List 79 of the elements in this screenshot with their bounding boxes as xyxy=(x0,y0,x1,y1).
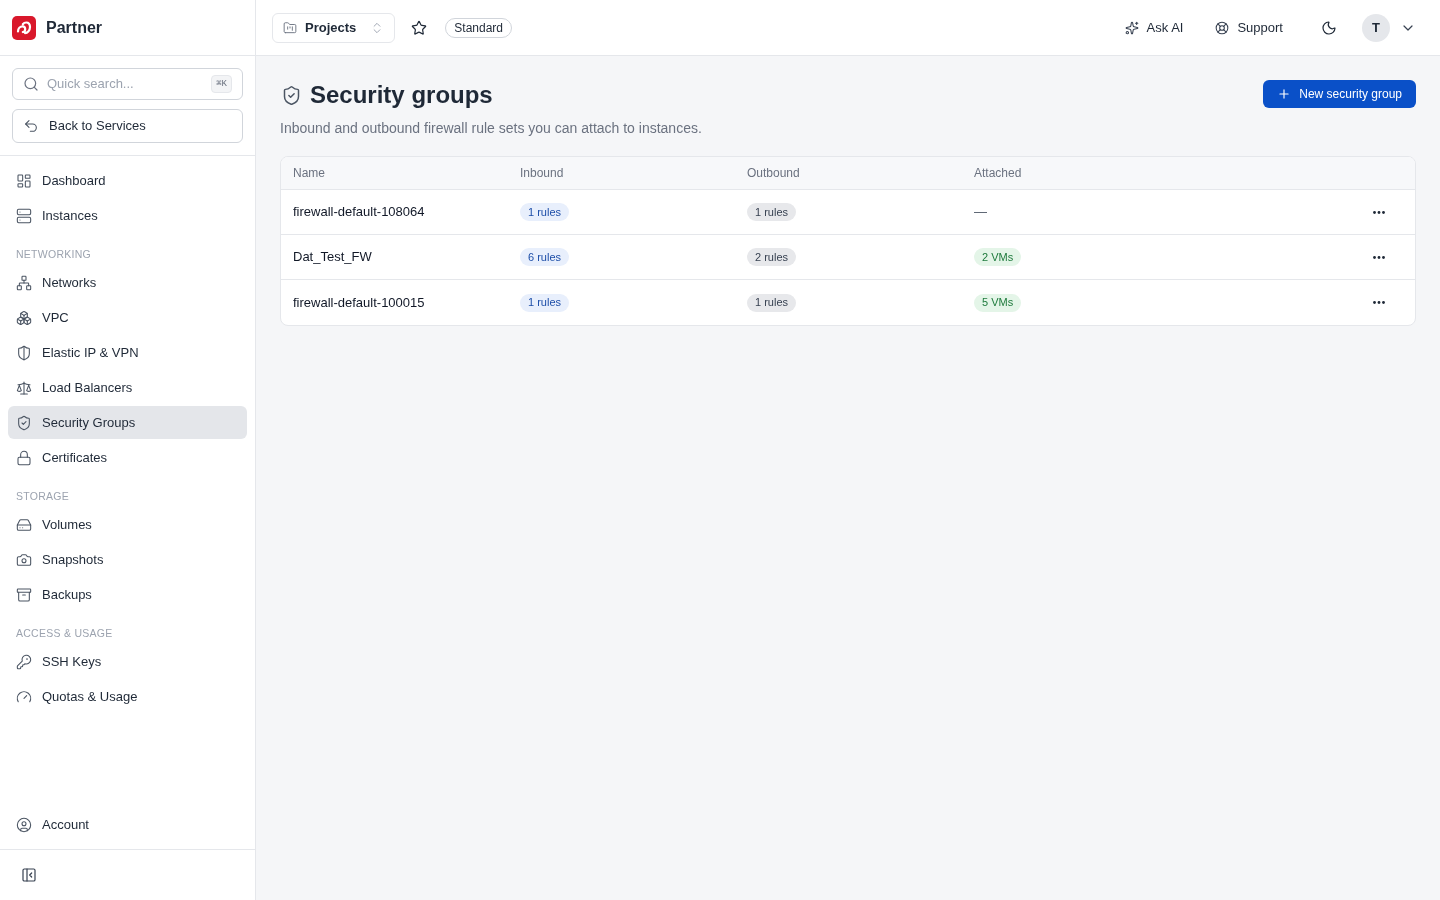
panel-collapse-icon xyxy=(21,867,37,883)
column-header: Name xyxy=(293,165,325,182)
table-cell-text: firewall-default-108064 xyxy=(293,203,425,222)
column-header: Inbound xyxy=(520,165,564,182)
logo-icon xyxy=(12,15,36,40)
nav-item[interactable]: Instances xyxy=(8,199,247,232)
nav-item[interactable]: Elastic IP & VPN xyxy=(8,336,247,369)
archive-icon xyxy=(16,586,32,603)
folder-icon xyxy=(283,20,297,35)
more-icon xyxy=(1373,255,1385,259)
lifebuoy-icon xyxy=(1215,20,1230,35)
user-menu[interactable]: T xyxy=(1362,13,1416,42)
more-icon xyxy=(1373,301,1385,304)
shield-icon xyxy=(16,344,32,361)
more-icon xyxy=(1373,210,1385,214)
moon-icon xyxy=(1321,19,1337,36)
table-cell-text: — xyxy=(974,203,987,222)
favorite-button[interactable] xyxy=(411,19,428,36)
star-icon xyxy=(411,19,428,36)
table-cell-text: firewall-default-100015 xyxy=(293,293,425,312)
search-field[interactable]: Quick search... ⌘K xyxy=(12,68,243,100)
table-row[interactable]: firewall-default-108064 1 rules 1 rules — xyxy=(281,190,1415,235)
lock-icon xyxy=(16,449,32,466)
shield-check-icon xyxy=(281,84,302,106)
nav-item[interactable]: Networks xyxy=(8,266,247,299)
table-row[interactable]: firewall-default-100015 1 rules 1 rules 5 VMs xyxy=(281,280,1415,325)
vm-count-badge: 5 VMs xyxy=(974,293,1022,312)
nav-item[interactable]: Dashboard xyxy=(8,164,247,197)
nav-item[interactable]: Quotas & Usage xyxy=(8,680,247,713)
user-icon xyxy=(16,816,32,833)
search-input[interactable]: Quick search... xyxy=(47,74,204,94)
sparkles-icon xyxy=(1124,20,1139,35)
nav-item[interactable]: Snapshots xyxy=(8,543,247,576)
section-heading: STORAGE xyxy=(16,490,69,502)
nav-item[interactable]: VPC xyxy=(8,301,247,334)
table-cell-text: Dat_Test_FW xyxy=(293,248,372,267)
outbound-rules-badge: 1 rules xyxy=(747,203,797,221)
column-header: Attached xyxy=(974,165,1022,182)
drive-icon xyxy=(16,516,32,533)
header-action-button[interactable]: Support xyxy=(1207,11,1291,44)
header-action-button[interactable]: Ask AI xyxy=(1116,11,1192,44)
outbound-rules-badge: 1 rules xyxy=(747,293,797,312)
section-heading: ACCESS & USAGE xyxy=(16,627,113,639)
nav-item[interactable]: Certificates xyxy=(8,441,247,474)
shortcut-key: ⌘K xyxy=(211,75,232,93)
avatar: T xyxy=(1362,13,1390,42)
camera-icon xyxy=(16,551,32,568)
project-selector[interactable]: Projects xyxy=(272,12,396,43)
server-icon xyxy=(16,207,32,224)
key-icon xyxy=(16,653,32,670)
page-subtitle: Inbound and outbound firewall rule sets you can attach to instances. xyxy=(280,119,702,138)
cluster-icon xyxy=(16,309,32,326)
search-icon xyxy=(23,76,39,92)
inbound-rules-badge: 6 rules xyxy=(520,248,570,266)
page-title: Security groups xyxy=(310,80,493,110)
plus-icon xyxy=(1277,87,1292,101)
back-button[interactable]: Back to Services xyxy=(12,109,243,143)
inbound-rules-badge: 1 rules xyxy=(520,203,570,221)
back-arrow-icon xyxy=(23,118,39,134)
nav-item[interactable]: Volumes xyxy=(8,508,247,541)
table-row[interactable]: Dat_Test_FW 6 rules 2 rules 2 VMs xyxy=(281,235,1415,280)
scale-icon xyxy=(16,379,32,396)
collapse-sidebar-button[interactable] xyxy=(21,867,37,883)
nav-item[interactable]: Account xyxy=(8,808,247,841)
outbound-rules-badge: 2 rules xyxy=(747,248,797,266)
inbound-rules-badge: 1 rules xyxy=(520,293,570,312)
nav-item[interactable]: SSH Keys xyxy=(8,645,247,678)
shield-check-icon xyxy=(16,414,32,431)
brand-name: Partner xyxy=(46,17,103,38)
nav-item[interactable]: Security Groups xyxy=(8,406,247,439)
network-icon xyxy=(16,274,32,291)
section-heading: NETWORKING xyxy=(16,248,91,260)
nav-item[interactable]: Load Balancers xyxy=(8,371,247,404)
column-header: Outbound xyxy=(747,165,800,182)
nav-item[interactable]: Backups xyxy=(8,578,247,611)
gauge-icon xyxy=(16,688,32,705)
vm-count-badge: 2 VMs xyxy=(974,248,1022,266)
grid-icon xyxy=(16,172,32,189)
new-security-group-button[interactable]: New security group xyxy=(1263,80,1416,108)
